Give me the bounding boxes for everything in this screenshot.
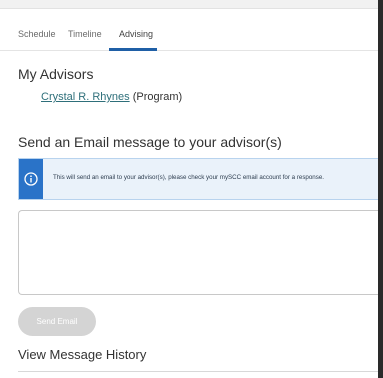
info-banner-text: This will send an email to your advisor(… [53,174,324,181]
info-banner: This will send an email to your advisor(… [18,158,378,200]
info-icon-box [19,159,43,199]
info-icon [24,172,38,186]
tab-advising[interactable]: Advising [119,29,153,39]
top-strip [0,0,383,9]
email-heading: Send an Email message to your advisor(s) [18,134,282,150]
advisors-heading: My Advisors [18,66,94,82]
advisor-role: (Program) [132,91,183,103]
tab-schedule[interactable]: Schedule [18,29,56,39]
active-tab-indicator [109,48,157,51]
message-textarea[interactable] [18,210,380,295]
tab-bar: Schedule Timeline Advising [0,22,378,51]
advising-page: Schedule Timeline Advising My Advisors C… [0,0,383,378]
advisor-name-link[interactable]: Crystal R. Rhynes [41,91,130,103]
divider [18,371,378,372]
tab-timeline[interactable]: Timeline [68,29,102,39]
advisor-item: Crystal R. Rhynes (Program) [41,91,182,103]
window-edge [378,0,383,378]
view-message-history[interactable]: View Message History [18,347,146,362]
send-email-button[interactable]: Send Email [18,307,96,336]
